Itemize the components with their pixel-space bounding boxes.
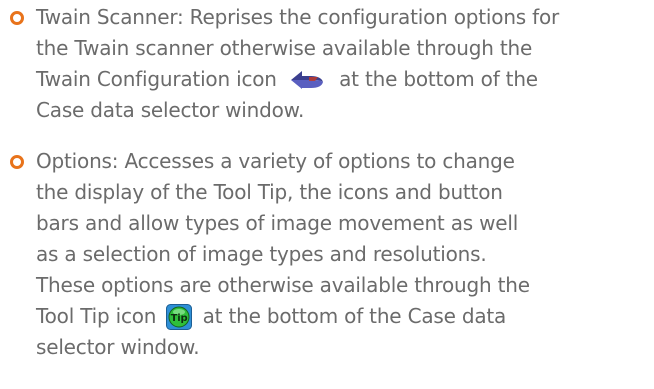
text-line: Twain Configuration icon at the bottom o… xyxy=(36,64,628,95)
list-item-text: Twain Scanner: Reprises the configuratio… xyxy=(36,2,628,126)
text-fragment: Twain Configuration icon xyxy=(36,67,277,91)
text-line: the Twain scanner otherwise available th… xyxy=(36,36,533,60)
text-line: Options: Accesses a variety of options t… xyxy=(36,149,515,173)
twain-configuration-icon xyxy=(283,65,333,96)
tool-tip-icon: Tip xyxy=(162,302,196,333)
text-line: Tool Tip icon Tip at the bottom of the C… xyxy=(36,301,628,332)
text-fragment: at the bottom of the Case data xyxy=(202,304,507,328)
text-line: the display of the Tool Tip, the icons a… xyxy=(36,180,503,204)
text-line: selector window. xyxy=(36,335,200,359)
bullet-icon xyxy=(10,155,24,169)
text-fragment: Tool Tip icon xyxy=(36,304,157,328)
text-line: Case data selector window. xyxy=(36,98,305,122)
text-line: bars and allow types of image movement a… xyxy=(36,211,519,235)
svg-text:Tip: Tip xyxy=(171,313,188,324)
bullet-icon xyxy=(10,11,24,25)
list-item-text: Options: Accesses a variety of options t… xyxy=(36,146,628,363)
text-fragment: at the bottom of the xyxy=(339,67,538,91)
text-line: These options are otherwise available th… xyxy=(36,273,530,297)
document-page: Twain Scanner: Reprises the configuratio… xyxy=(0,0,654,389)
text-line: Twain Scanner: Reprises the configuratio… xyxy=(36,5,560,29)
text-line: as a selection of image types and resolu… xyxy=(36,242,487,266)
